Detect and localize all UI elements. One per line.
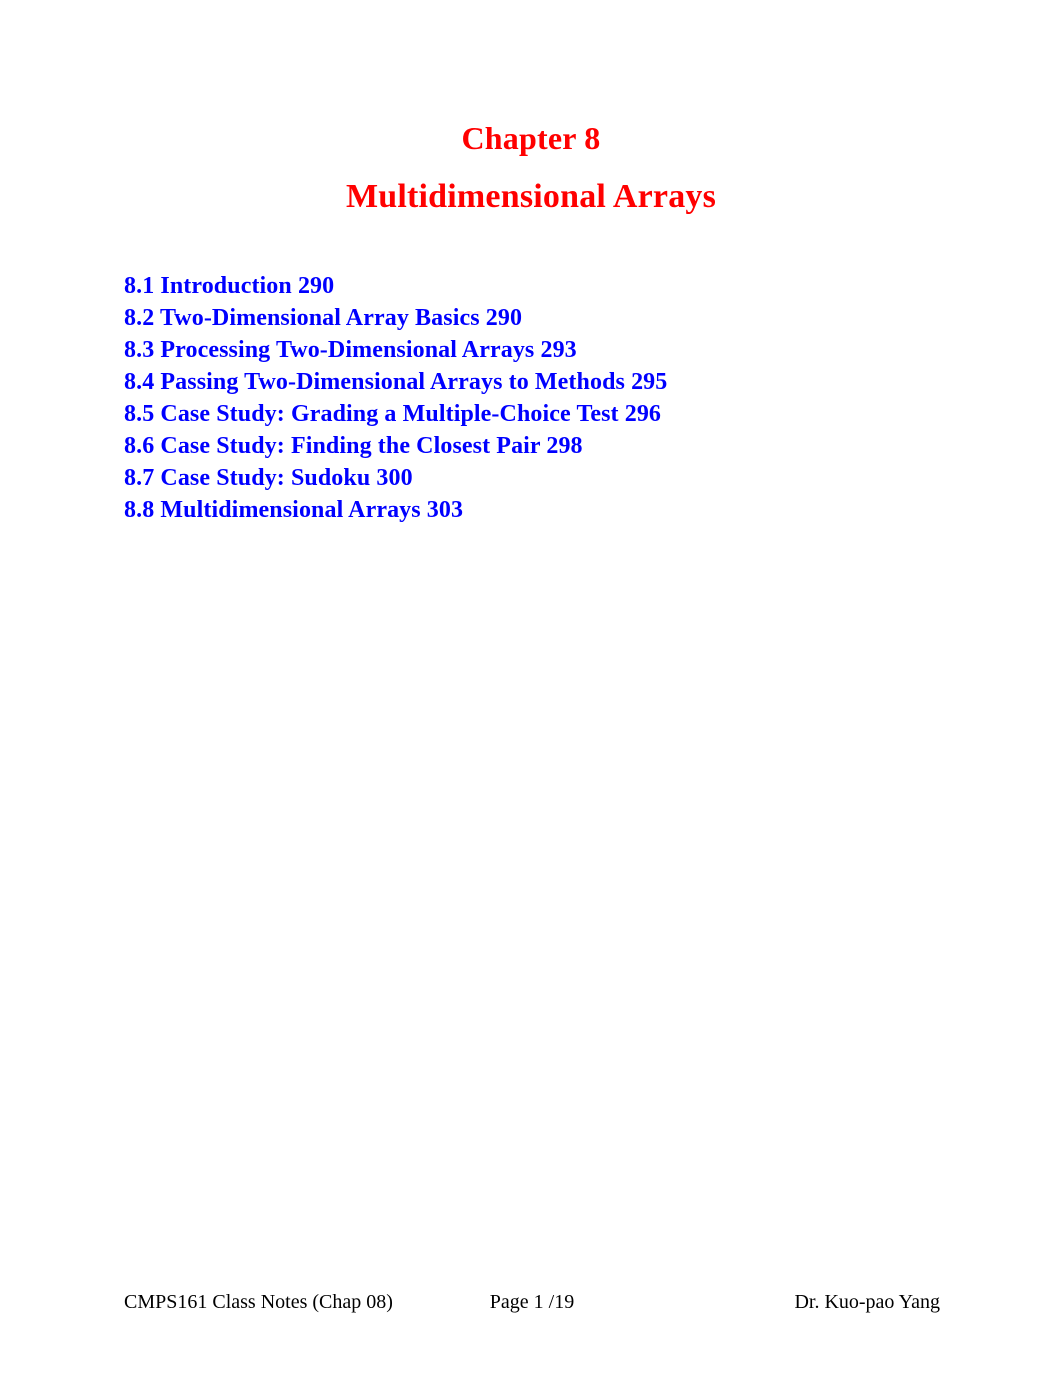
toc-entry-8-6: 8.6 Case Study: Finding the Closest Pair… — [124, 433, 583, 459]
toc-entry-8-2: 8.2 Two-Dimensional Array Basics 290 — [124, 305, 523, 331]
chapter-subheading: Multidimensional Arrays — [345, 178, 717, 215]
toc-entry-8-4: 8.4 Passing Two-Dimensional Arrays to Me… — [124, 369, 668, 395]
toc-entry-8-3: 8.3 Processing Two-Dimensional Arrays 29… — [124, 337, 577, 363]
page-footer: CMPS161 Class Notes (Chap 08) Page 1 /19… — [124, 1288, 940, 1316]
toc-entry-8-8: 8.8 Multidimensional Arrays 303 — [124, 497, 464, 523]
footer-author: Dr. Kuo-pao Yang — [794, 1291, 940, 1313]
document-page: Chapter 8 Multidimensional Arrays 8.1 In… — [0, 0, 1062, 1377]
title-block: Chapter 8 Multidimensional Arrays — [0, 118, 1062, 218]
toc-entry-8-5: 8.5 Case Study: Grading a Multiple-Choic… — [124, 401, 662, 427]
table-of-contents: 8.1 Introduction 290 8.2 Two-Dimensional… — [124, 270, 984, 526]
toc-entry-8-7: 8.7 Case Study: Sudoku 300 — [124, 465, 413, 491]
toc-entry-8-1: 8.1 Introduction 290 — [124, 273, 335, 299]
chapter-heading: Chapter 8 — [461, 120, 601, 156]
